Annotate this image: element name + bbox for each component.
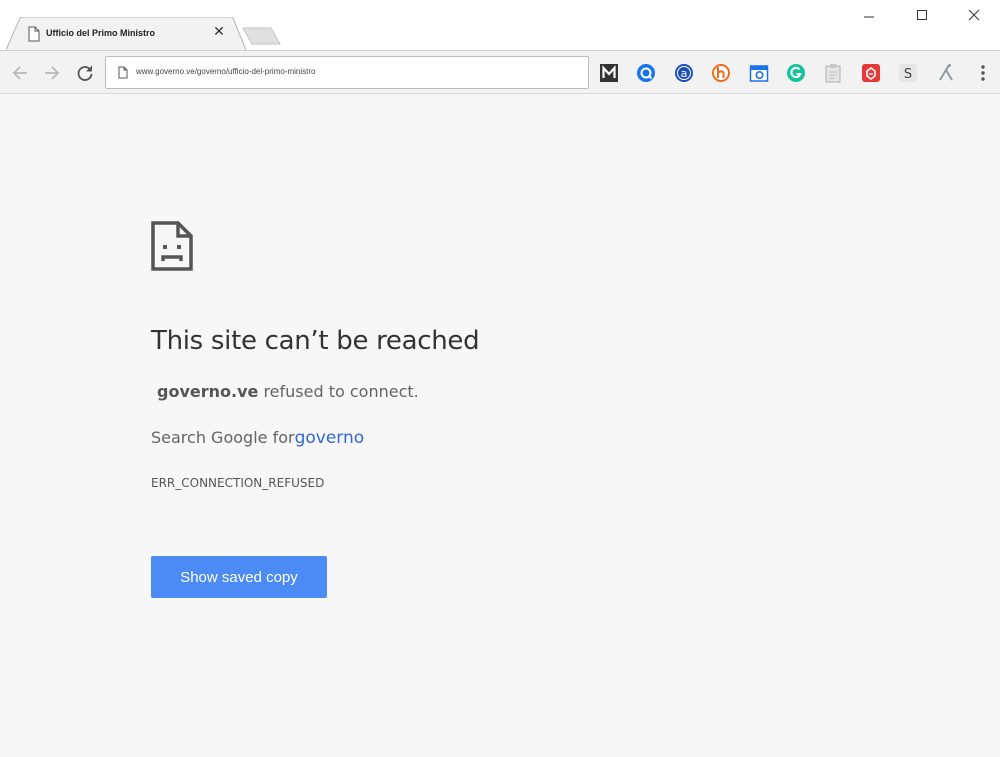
page-info-icon[interactable] xyxy=(118,66,128,79)
grammarly-button[interactable] xyxy=(785,62,807,84)
tab-active[interactable]: Ufficio del Primo Ministro ✕ xyxy=(6,17,246,50)
sad-page-icon xyxy=(151,221,193,271)
error-host: governo.ve xyxy=(157,382,259,401)
svg-text:a: a xyxy=(681,67,688,80)
menu-icon xyxy=(981,65,985,81)
forward-button[interactable] xyxy=(40,61,64,85)
red-shield-extension-icon xyxy=(862,64,880,82)
a-extension-button[interactable]: a xyxy=(673,62,695,84)
camera-extension-button[interactable] xyxy=(748,62,770,84)
toolbar: www.governo.ve/governo/ufficio-del-primo… xyxy=(0,50,1000,94)
camera-extension-icon xyxy=(749,65,769,82)
s-extension-icon: S xyxy=(899,64,917,82)
branch-extension-icon xyxy=(939,64,953,81)
menu-button[interactable] xyxy=(972,62,994,84)
svg-text:S: S xyxy=(904,67,912,82)
refused-message: governo.ve refused to connect. xyxy=(157,382,419,401)
back-icon xyxy=(12,66,27,80)
title-bar: Ufficio del Primo Ministro ✕ xyxy=(0,0,1000,50)
address-bar[interactable]: www.governo.ve/governo/ufficio-del-primo… xyxy=(105,56,589,89)
reload-button[interactable] xyxy=(73,61,97,85)
forward-icon xyxy=(45,66,60,80)
show-saved-copy-button[interactable]: Show saved copy xyxy=(151,556,327,598)
s-extension-button[interactable]: S xyxy=(897,62,919,84)
search-link[interactable]: governo xyxy=(295,428,365,448)
tab-close-icon[interactable]: ✕ xyxy=(211,23,227,41)
close-icon xyxy=(968,9,980,21)
window-close-button[interactable] xyxy=(948,0,1000,30)
tab-title: Ufficio del Primo Ministro xyxy=(46,28,156,38)
h-extension-icon xyxy=(712,64,730,82)
reload-icon xyxy=(77,66,93,81)
minimize-icon xyxy=(864,16,874,18)
maximize-icon xyxy=(917,10,927,20)
page-icon xyxy=(28,26,40,42)
grammarly-icon xyxy=(787,64,805,82)
red-shield-extension-button[interactable] xyxy=(860,62,882,84)
h-extension-button[interactable] xyxy=(710,62,732,84)
new-tab-button[interactable] xyxy=(242,27,282,45)
clipboard-extension-icon xyxy=(825,64,841,83)
m-extension-button[interactable] xyxy=(598,62,620,84)
url-text: www.governo.ve/governo/ufficio-del-primo… xyxy=(136,67,316,76)
error-code: ERR_CONNECTION_REFUSED xyxy=(151,476,325,490)
search-prefix: Search Google for xyxy=(151,428,295,447)
search-suggestion: Search Google forgoverno xyxy=(151,428,364,448)
a-extension-icon: a xyxy=(675,64,693,82)
branch-extension-button[interactable] xyxy=(935,62,957,84)
m-extension-icon xyxy=(600,64,618,82)
minimize-button[interactable] xyxy=(843,0,895,30)
refused-text: refused to connect. xyxy=(263,382,419,401)
back-button[interactable] xyxy=(8,61,32,85)
maximize-button[interactable] xyxy=(896,0,948,30)
error-heading: This site can’t be reached xyxy=(151,326,480,356)
clipboard-extension-button[interactable] xyxy=(822,62,844,84)
q-extension-button[interactable] xyxy=(635,62,657,84)
q-extension-icon xyxy=(637,64,655,82)
